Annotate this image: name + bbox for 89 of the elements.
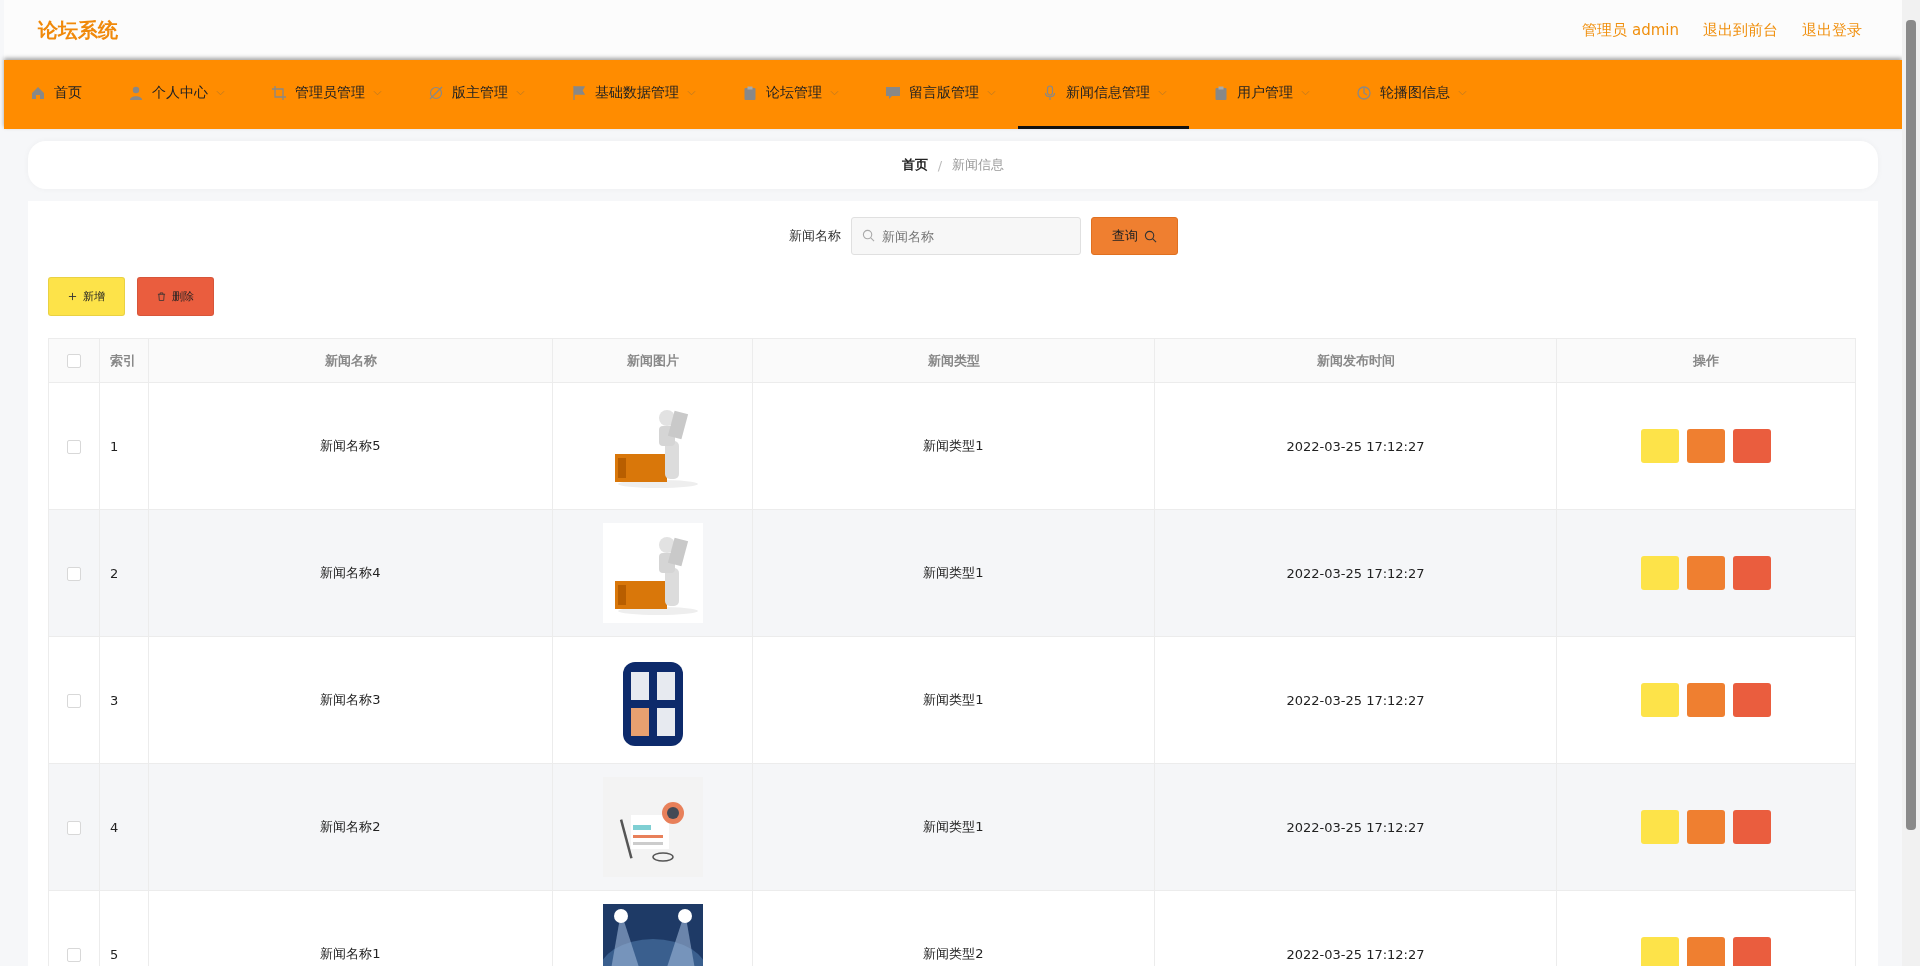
plus-icon (68, 292, 77, 301)
table-cell: 2 (110, 565, 119, 581)
search-icon (861, 229, 875, 242)
table-cell: 新闻名称5 (320, 438, 381, 453)
table-cell: 3 (110, 692, 119, 708)
scrollbar[interactable] (1902, 0, 1920, 966)
row-checkbox[interactable] (67, 439, 81, 454)
table-cell: 5 (110, 946, 119, 962)
table-cell: 新闻类型1 (923, 692, 984, 707)
table-cell: 新闻名称3 (320, 692, 381, 707)
chevron-icon (987, 90, 996, 96)
search-label: 新闻名称 (788, 227, 841, 245)
table-cell: 新闻名称4 (320, 565, 381, 580)
nav-menu-item[interactable]: 个人中心 (124, 60, 247, 129)
row-action-button[interactable] (1641, 429, 1679, 463)
row-action-button[interactable] (1733, 683, 1771, 717)
chevron-icon (373, 90, 382, 96)
table-cell: 2022-03-25 17:12:27 (1286, 565, 1425, 581)
row-action-button[interactable] (1641, 810, 1679, 844)
crop-icon (271, 85, 287, 101)
nav-menu-item[interactable]: 轮播图信息 (1352, 60, 1489, 129)
row-action-button[interactable] (1687, 429, 1725, 463)
table-cell: 新闻类型1 (923, 565, 984, 580)
table-cell: 新闻类型2 (923, 946, 984, 961)
row-action-button[interactable] (1687, 556, 1725, 590)
table-cell: 新闻类型1 (923, 819, 984, 834)
row-checkbox[interactable] (67, 566, 81, 581)
row-action-button[interactable] (1641, 556, 1679, 590)
row-action-button[interactable] (1733, 556, 1771, 590)
table-cell: 2022-03-25 17:12:27 (1286, 946, 1425, 962)
table-cell: 新闻名称1 (320, 946, 381, 961)
table-cell: 新闻名称2 (320, 819, 381, 834)
row-checkbox[interactable] (67, 693, 81, 708)
row-action-button[interactable] (1641, 683, 1679, 717)
row-checkbox[interactable] (67, 947, 81, 962)
column-header: 新闻图片 (626, 352, 679, 368)
home-icon (30, 85, 46, 101)
chevron-icon (1158, 90, 1167, 96)
nav-menu-item[interactable]: 管理员管理 (267, 60, 404, 129)
person-icon (128, 85, 144, 101)
table-cell: 4 (110, 819, 119, 835)
nav-menu-item[interactable]: 留言版管理 (881, 60, 1018, 129)
row-action-button[interactable] (1733, 810, 1771, 844)
table-cell: 2022-03-25 17:12:27 (1286, 438, 1425, 454)
nav-menu-item[interactable]: 论坛管理 (738, 60, 861, 129)
table-cell: 2022-03-25 17:12:27 (1286, 819, 1425, 835)
slash-icon (428, 85, 444, 101)
column-header: 新闻名称 (324, 352, 377, 368)
table-cell: 新闻类型1 (923, 438, 984, 453)
chevron-icon (516, 90, 525, 96)
row-checkbox[interactable] (67, 820, 81, 835)
delete-button[interactable]: 删除 (137, 277, 214, 316)
add-button[interactable]: 新增 (48, 277, 125, 316)
nav-menu-item[interactable]: 新闻信息管理 (1018, 60, 1189, 129)
table-cell: 1 (110, 438, 119, 454)
column-header: 操作 (1693, 352, 1719, 368)
nav-menu-item[interactable]: 版主管理 (424, 60, 547, 129)
column-header: 索引 (110, 352, 136, 368)
clock-icon (1356, 85, 1372, 101)
chevron-icon (1458, 90, 1467, 96)
chat-icon (885, 85, 901, 101)
clipboard-icon (1213, 85, 1229, 101)
chevron-icon (1301, 90, 1310, 96)
breadcrumb-link[interactable]: 首页 (901, 156, 928, 174)
search-field[interactable]: 新闻名称 (850, 217, 1081, 255)
nav-menu-item[interactable]: 基础数据管理 (567, 60, 718, 129)
column-header: 新闻类型 (927, 352, 980, 368)
row-action-button[interactable] (1687, 937, 1725, 966)
row-action-button[interactable] (1733, 937, 1771, 966)
row-action-button[interactable] (1687, 683, 1725, 717)
chevron-icon (216, 90, 225, 96)
trash-icon (157, 292, 166, 301)
table-cell: 2022-03-25 17:12:27 (1286, 692, 1425, 708)
chevron-icon (830, 90, 839, 96)
chevron-icon (687, 90, 696, 96)
select-all-checkbox[interactable] (67, 354, 81, 369)
search-icon (1143, 229, 1157, 243)
clipboard-icon (742, 85, 758, 101)
nav-menu-item[interactable]: 首页 (26, 60, 104, 129)
nav-menu-item[interactable]: 用户管理 (1209, 60, 1332, 129)
app-title: 论坛系统 (38, 16, 118, 44)
breadcrumb-separator: / (937, 157, 943, 173)
flag-icon (571, 85, 587, 101)
search-button[interactable]: 查询 (1090, 217, 1178, 255)
mic-icon (1042, 85, 1058, 101)
row-action-button[interactable] (1687, 810, 1725, 844)
row-action-button[interactable] (1641, 937, 1679, 966)
row-action-button[interactable] (1733, 429, 1771, 463)
column-header: 新闻发布时间 (1316, 352, 1395, 368)
